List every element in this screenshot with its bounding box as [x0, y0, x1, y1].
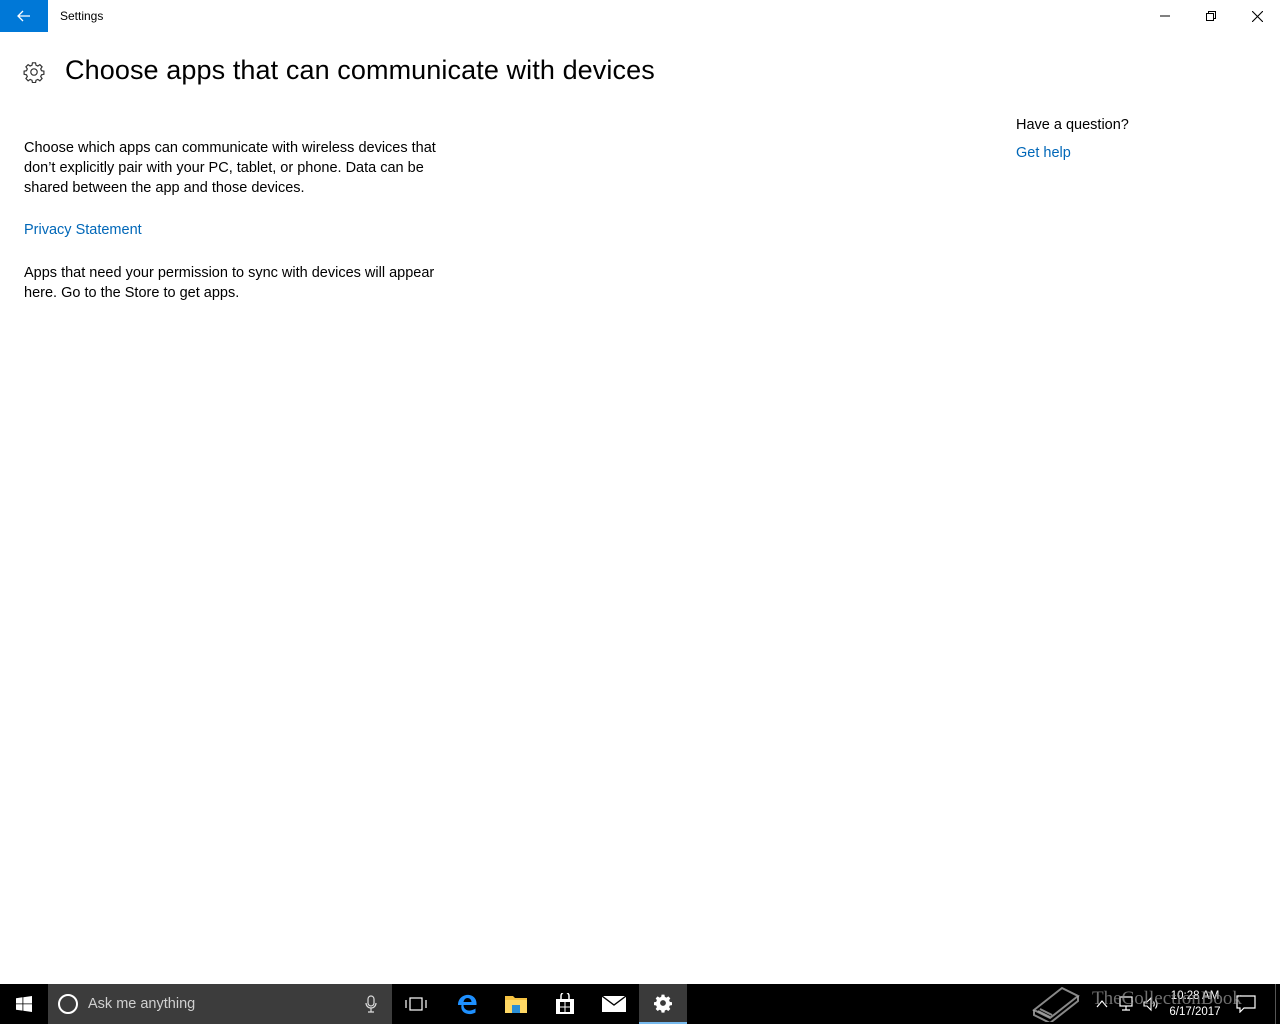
gear-icon: [23, 62, 45, 83]
volume-icon[interactable]: [1142, 995, 1160, 1013]
action-center-icon[interactable]: [1236, 995, 1256, 1013]
microphone-icon[interactable]: [364, 995, 378, 1013]
privacy-statement-link[interactable]: Privacy Statement: [24, 222, 142, 238]
search-placeholder: Ask me anything: [88, 996, 196, 1012]
title-bar: Settings: [0, 0, 1280, 32]
clock-time: 10:28 AM: [1170, 990, 1220, 1002]
minimize-button[interactable]: [1142, 0, 1188, 32]
search-box[interactable]: Ask me anything: [48, 984, 392, 1024]
mail-icon: [602, 996, 626, 1012]
network-icon[interactable]: [1118, 995, 1136, 1013]
minimize-icon: [1160, 15, 1170, 17]
restore-icon: [1206, 11, 1216, 21]
cortana-icon: [58, 994, 78, 1014]
page-description: Choose which apps can communicate with w…: [24, 140, 436, 196]
settings-taskbar-button[interactable]: [639, 984, 687, 1024]
empty-apps-note: Apps that need your permission to sync w…: [24, 265, 435, 301]
show-desktop-button[interactable]: [1275, 984, 1280, 1024]
store-button[interactable]: [541, 984, 589, 1024]
show-hidden-icons-chevron-icon[interactable]: [1094, 996, 1110, 1012]
file-explorer-icon: [505, 996, 527, 1013]
close-button[interactable]: [1234, 0, 1280, 32]
back-arrow-icon: [17, 10, 30, 22]
taskbar: Ask me anything 10:28 AM 6/17/2017: [0, 984, 1280, 1024]
app-title: Settings: [60, 9, 104, 23]
start-button[interactable]: [0, 984, 48, 1024]
get-help-link[interactable]: Get help: [1016, 145, 1071, 161]
help-question-heading: Have a question?: [1016, 117, 1129, 133]
clock[interactable]: 10:28 AM 6/17/2017: [1166, 988, 1224, 1020]
close-icon: [1251, 10, 1263, 22]
edge-icon: [458, 994, 477, 1015]
page-title: Choose apps that can communicate with de…: [65, 55, 655, 85]
task-view-button[interactable]: [392, 984, 440, 1024]
store-icon: [556, 993, 574, 1014]
file-explorer-button[interactable]: [492, 984, 540, 1024]
windows-logo-icon: [16, 996, 32, 1012]
edge-button[interactable]: [443, 984, 491, 1024]
task-view-icon: [405, 997, 427, 1011]
settings-icon: [654, 994, 672, 1013]
back-button[interactable]: [0, 0, 48, 32]
mail-button[interactable]: [590, 984, 638, 1024]
clock-date: 6/17/2017: [1169, 1006, 1221, 1018]
restore-button[interactable]: [1188, 0, 1234, 32]
